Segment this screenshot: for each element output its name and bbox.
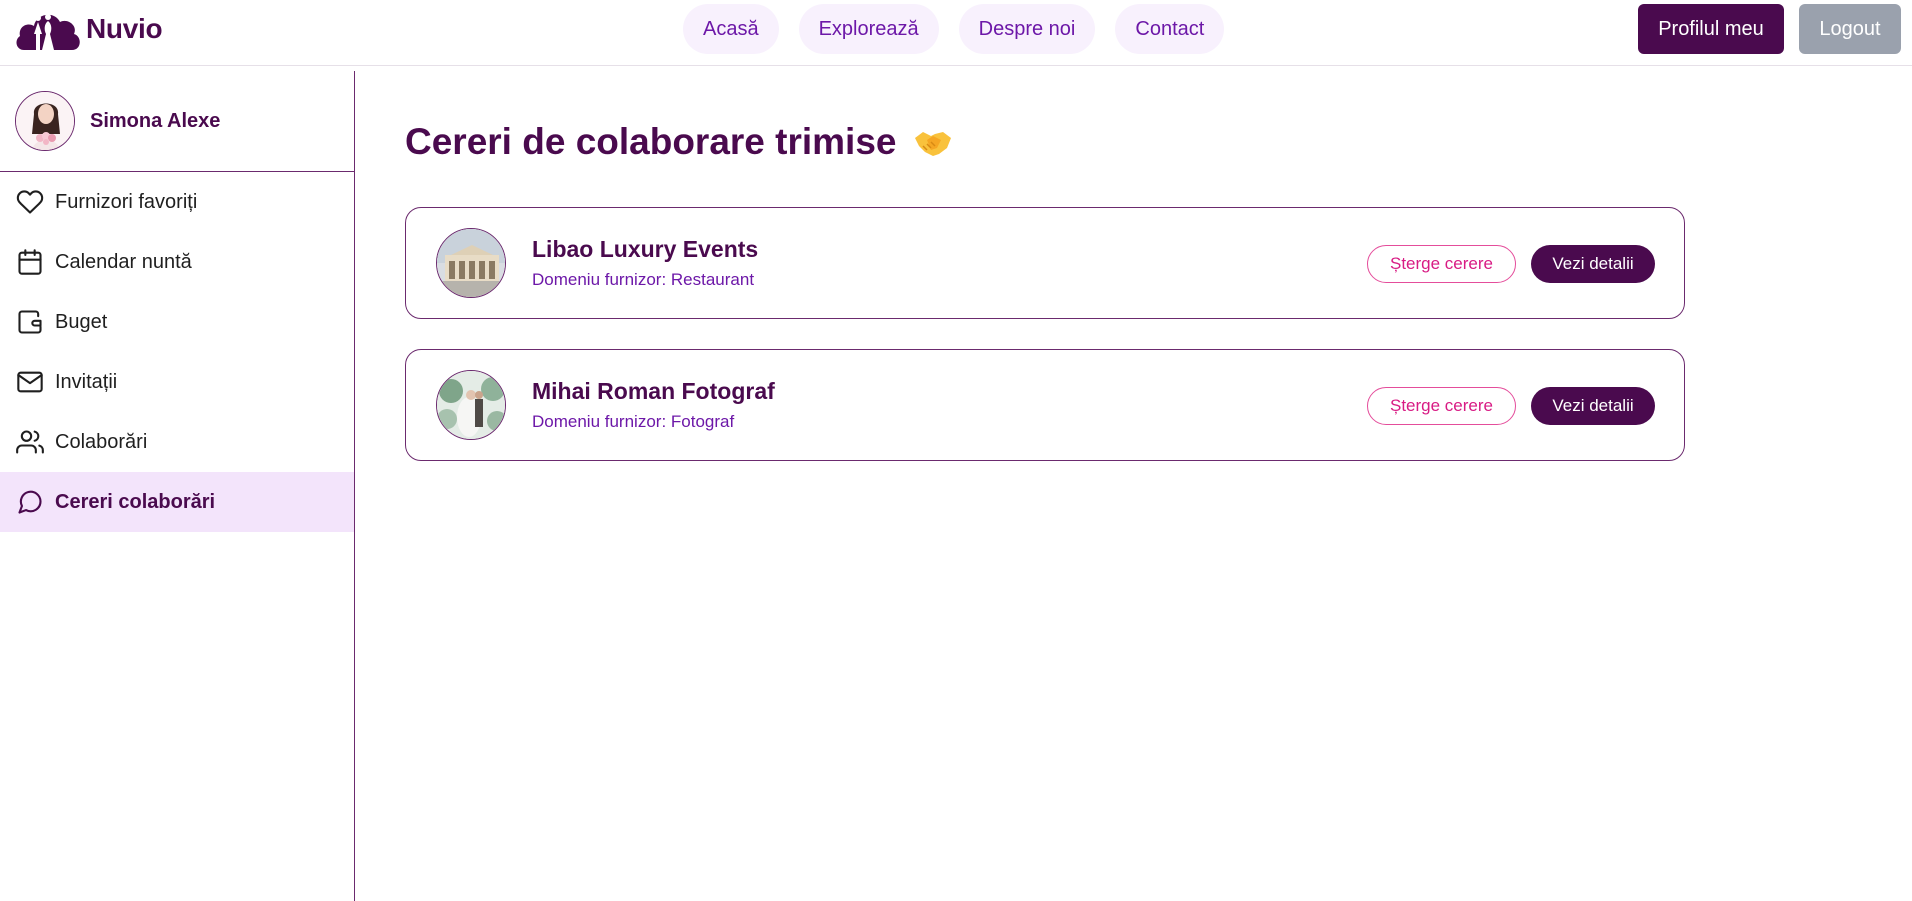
- users-icon: [15, 427, 45, 457]
- page-title: Cereri de colaborare trimise: [405, 121, 953, 163]
- delete-request-button[interactable]: Șterge cerere: [1367, 387, 1516, 425]
- heart-icon: [15, 187, 45, 217]
- vendor-name[interactable]: Mihai Roman Fotograf: [532, 378, 775, 405]
- wedding-photo-image-icon: [437, 371, 505, 439]
- sidebar-profile: Simona Alexe: [0, 71, 354, 172]
- sidebar-item-label: Colaborări: [55, 430, 148, 453]
- profile-button[interactable]: Profilul meu: [1638, 4, 1784, 54]
- view-details-button[interactable]: Vezi detalii: [1531, 387, 1655, 425]
- bride-avatar-icon: [16, 92, 74, 150]
- main-nav: Acasă Explorează Despre noi Contact: [683, 4, 1225, 54]
- sidebar-item-label: Invitații: [55, 370, 118, 393]
- sidebar-item-furnizori-favoriti[interactable]: Furnizori favoriți: [0, 172, 354, 232]
- message-circle-icon: [15, 487, 45, 517]
- vendor-name[interactable]: Libao Luxury Events: [532, 236, 758, 263]
- wallet-icon: [15, 307, 45, 337]
- sidebar-item-label: Buget: [55, 310, 108, 333]
- sidebar-menu: Furnizori favoriți Calendar nuntă Buget …: [0, 172, 354, 532]
- cloud-couple-logo-icon: [16, 14, 80, 50]
- sidebar-item-label: Cereri colaborări: [55, 490, 216, 513]
- vendor-avatar: [436, 370, 506, 440]
- user-name: Simona Alexe: [90, 109, 221, 132]
- delete-request-button[interactable]: Șterge cerere: [1367, 245, 1516, 283]
- avatar: [15, 91, 75, 151]
- view-details-button[interactable]: Vezi detalii: [1531, 245, 1655, 283]
- vendor-domain: Domeniu furnizor: Fotograf: [532, 412, 735, 431]
- sidebar-item-cereri-colaborari[interactable]: Cereri colaborări: [0, 472, 354, 532]
- restaurant-building-image-icon: [437, 229, 505, 297]
- sidebar-item-label: Furnizori favoriți: [55, 190, 198, 213]
- sidebar-item-calendar-nunta[interactable]: Calendar nuntă: [0, 232, 354, 292]
- sidebar-item-colaborari[interactable]: Colaborări: [0, 412, 354, 472]
- mail-icon: [15, 367, 45, 397]
- nav-link-acasa[interactable]: Acasă: [683, 4, 779, 54]
- collab-request-card: Libao Luxury Events Domeniu furnizor: Re…: [405, 207, 1685, 319]
- page-title-text: Cereri de colaborare trimise: [405, 121, 897, 162]
- sidebar: Simona Alexe Furnizori favoriți Calendar…: [0, 71, 355, 901]
- handshake-icon: [914, 132, 951, 156]
- logout-button[interactable]: Logout: [1799, 4, 1901, 54]
- sidebar-item-buget[interactable]: Buget: [0, 292, 354, 352]
- nav-link-contact[interactable]: Contact: [1115, 4, 1225, 54]
- vendor-avatar: [436, 228, 506, 298]
- collab-request-card: Mihai Roman Fotograf Domeniu furnizor: F…: [405, 349, 1685, 461]
- vendor-domain: Domeniu furnizor: Restaurant: [532, 270, 755, 289]
- sidebar-item-invitatii[interactable]: Invitații: [0, 352, 354, 412]
- brand-name: Nuvio: [86, 13, 163, 44]
- nav-link-exploreaza[interactable]: Explorează: [798, 4, 939, 54]
- top-header: Nuvio Acasă Explorează Despre noi Contac…: [0, 0, 1912, 66]
- sidebar-item-label: Calendar nuntă: [55, 250, 192, 273]
- calendar-icon: [15, 247, 45, 277]
- brand-logo[interactable]: Nuvio: [14, 4, 163, 54]
- nav-link-despre-noi[interactable]: Despre noi: [958, 4, 1096, 54]
